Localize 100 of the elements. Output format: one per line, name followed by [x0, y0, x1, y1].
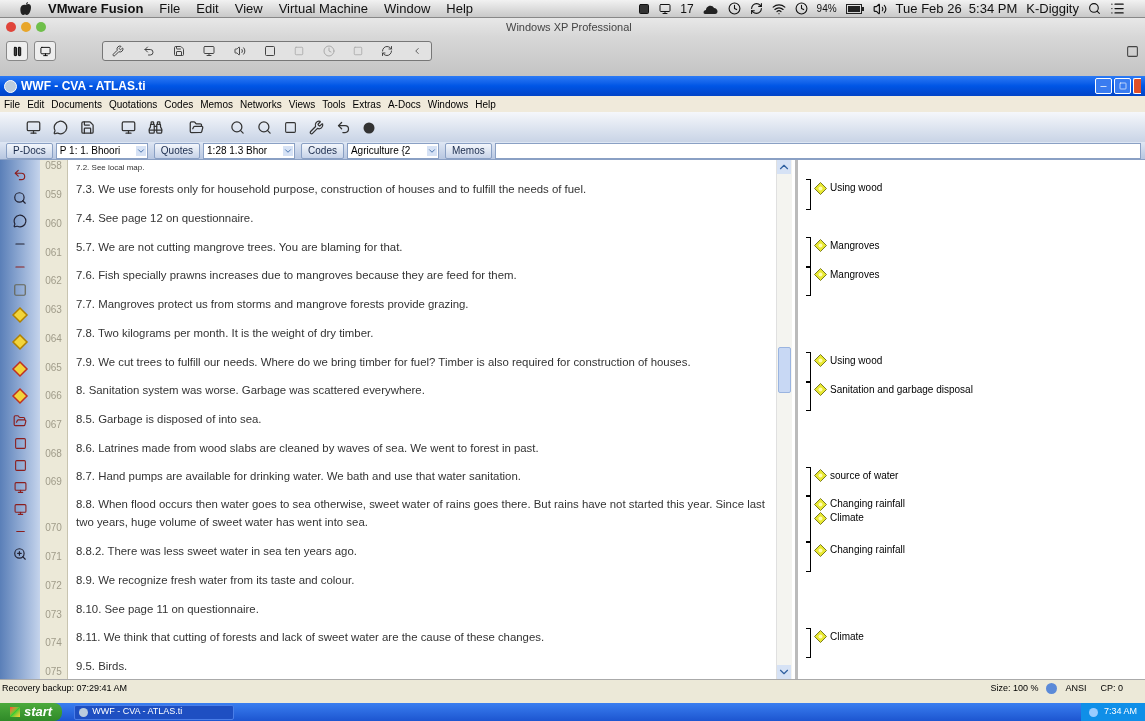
restore-button[interactable] — [1114, 78, 1131, 94]
paragraph: 7.4. See page 12 on questionnaire. — [75, 210, 255, 226]
dropdown[interactable]: Agriculture {2 — [346, 142, 439, 159]
menu-item[interactable]: Help — [475, 96, 496, 112]
menu-item[interactable]: A-Docs — [387, 96, 421, 112]
paragraph: 9.5. Birds. — [75, 659, 129, 675]
close-button[interactable] — [1133, 78, 1141, 94]
menu-item[interactable]: Codes — [164, 96, 194, 112]
dropdown[interactable]: P 1: 1. Bhoori — [55, 142, 148, 159]
taskbar-button[interactable]: WWF - CVA - ATLAS.ti — [74, 704, 235, 720]
list-icon[interactable] — [1110, 1, 1125, 16]
query-icon — [230, 119, 245, 135]
code-label[interactable]: Mangroves — [830, 238, 880, 253]
clock-icon[interactable] — [727, 2, 741, 15]
menu-item[interactable]: Tools — [322, 96, 346, 112]
quote-bracket — [806, 627, 811, 659]
code-label[interactable]: Using wood — [830, 353, 883, 368]
scroll-thumb[interactable] — [778, 346, 791, 393]
line-number: 075 — [45, 666, 62, 679]
display-icon — [13, 503, 27, 516]
battery-percent[interactable]: 94% — [816, 1, 837, 16]
wifi-icon[interactable] — [771, 1, 786, 16]
menu-item[interactable]: Networks — [240, 96, 282, 112]
restore-icon — [1126, 44, 1139, 58]
pause-button[interactable] — [6, 41, 28, 61]
line-number: 060 — [45, 217, 62, 230]
line-number: 070 — [45, 522, 62, 535]
code-label[interactable]: Changing rainfall — [830, 543, 906, 558]
start-button[interactable]: start — [0, 703, 63, 721]
dropdown[interactable]: 1:28 1.3 Bhor — [203, 142, 296, 159]
menu-item[interactable]: Help — [446, 0, 474, 19]
menu-item[interactable]: Virtual Machine — [278, 0, 369, 19]
sync-icon — [381, 45, 394, 57]
menu-item[interactable]: Windows — [427, 96, 469, 112]
windows-logo-icon — [10, 707, 20, 717]
menu-item[interactable]: Extras — [352, 96, 381, 112]
user-name[interactable]: K-Diggity — [1026, 0, 1079, 19]
battery-icon[interactable] — [845, 3, 864, 14]
snapshot-button[interactable] — [34, 41, 56, 61]
apple-icon[interactable] — [20, 1, 32, 16]
line-number: 061 — [45, 246, 62, 259]
toolbar-button[interactable]: Codes — [301, 142, 344, 159]
app-menu[interactable]: VMware Fusion — [48, 0, 144, 19]
code-label[interactable]: Changing rainfall — [830, 497, 906, 512]
minimize-button[interactable] — [1095, 78, 1112, 94]
pause-icon — [11, 45, 23, 57]
folder-icon — [189, 119, 204, 135]
clock[interactable]: Tue Feb 26 5:34 PM — [895, 0, 1018, 19]
toolbar-button[interactable]: Quotes — [153, 142, 201, 159]
menu-item[interactable]: Memos — [200, 96, 233, 112]
search-icon[interactable] — [1088, 2, 1101, 15]
back-icon — [336, 119, 351, 135]
caret-icon — [283, 145, 294, 156]
code-icon — [814, 543, 827, 557]
quote-bracket — [806, 179, 811, 211]
code-icon — [814, 354, 827, 368]
input-field[interactable] — [494, 142, 1141, 159]
menu-item[interactable]: Edit — [196, 0, 219, 19]
monitor-icon — [39, 45, 51, 57]
binoculars-icon — [148, 119, 163, 135]
line-number: 074 — [45, 637, 62, 650]
menu-item[interactable]: Views — [288, 96, 316, 112]
menu-item[interactable]: Edit — [27, 96, 45, 112]
menu-item[interactable]: File — [159, 0, 181, 19]
code-label[interactable]: Climate — [830, 511, 864, 526]
volume-icon[interactable] — [872, 1, 887, 16]
paragraph: 7.6. Fish specially prawns increases due to mangroves because they are feed for them. — [75, 268, 518, 284]
code-label[interactable]: Sanitation and garbage disposal — [830, 382, 973, 397]
code-label[interactable]: Mangroves — [830, 267, 880, 282]
close-button[interactable] — [6, 22, 16, 32]
line-number: 065 — [45, 361, 62, 374]
menu-item[interactable]: File — [4, 96, 21, 112]
menu-item[interactable]: Quotations — [108, 96, 158, 112]
menu-item[interactable]: Window — [384, 0, 431, 19]
paragraph: 7.3. We use forests only for household purpose, construction of houses and to fulfill the needs of fuel. — [75, 182, 588, 198]
toolbar-button[interactable]: Memos — [444, 142, 492, 159]
window-title: Windows XP Professional — [506, 19, 632, 35]
status-text[interactable]: 17 — [680, 0, 694, 18]
menu-item[interactable]: View — [234, 0, 263, 19]
code-icon — [814, 383, 827, 397]
sync-icon[interactable] — [749, 2, 763, 15]
menu-item[interactable]: Documents — [51, 96, 102, 112]
code-icon — [814, 498, 827, 511]
search-icon — [13, 191, 27, 205]
caret-icon — [135, 145, 146, 156]
code-label[interactable]: source of water — [830, 468, 899, 483]
paragraph: 8. Sanitation system was worse. Garbage was scattered everywhere. — [75, 383, 426, 399]
code-label[interactable]: Climate — [830, 629, 864, 644]
code-icon — [814, 181, 827, 195]
scrollbar[interactable] — [776, 160, 792, 679]
line-number: 059 — [45, 189, 62, 202]
caret-icon — [426, 145, 437, 156]
line-number: 068 — [45, 447, 62, 460]
line-number: 063 — [45, 304, 62, 317]
bomb-icon[interactable] — [363, 120, 377, 134]
code-label[interactable]: Using wood — [830, 181, 883, 196]
code-page: CP: 0 — [1100, 681, 1123, 695]
toolbar-button[interactable]: P-Docs — [6, 142, 53, 159]
status-text: Recovery backup: 07:29:41 AM — [2, 681, 128, 695]
wrench-icon — [309, 119, 324, 135]
